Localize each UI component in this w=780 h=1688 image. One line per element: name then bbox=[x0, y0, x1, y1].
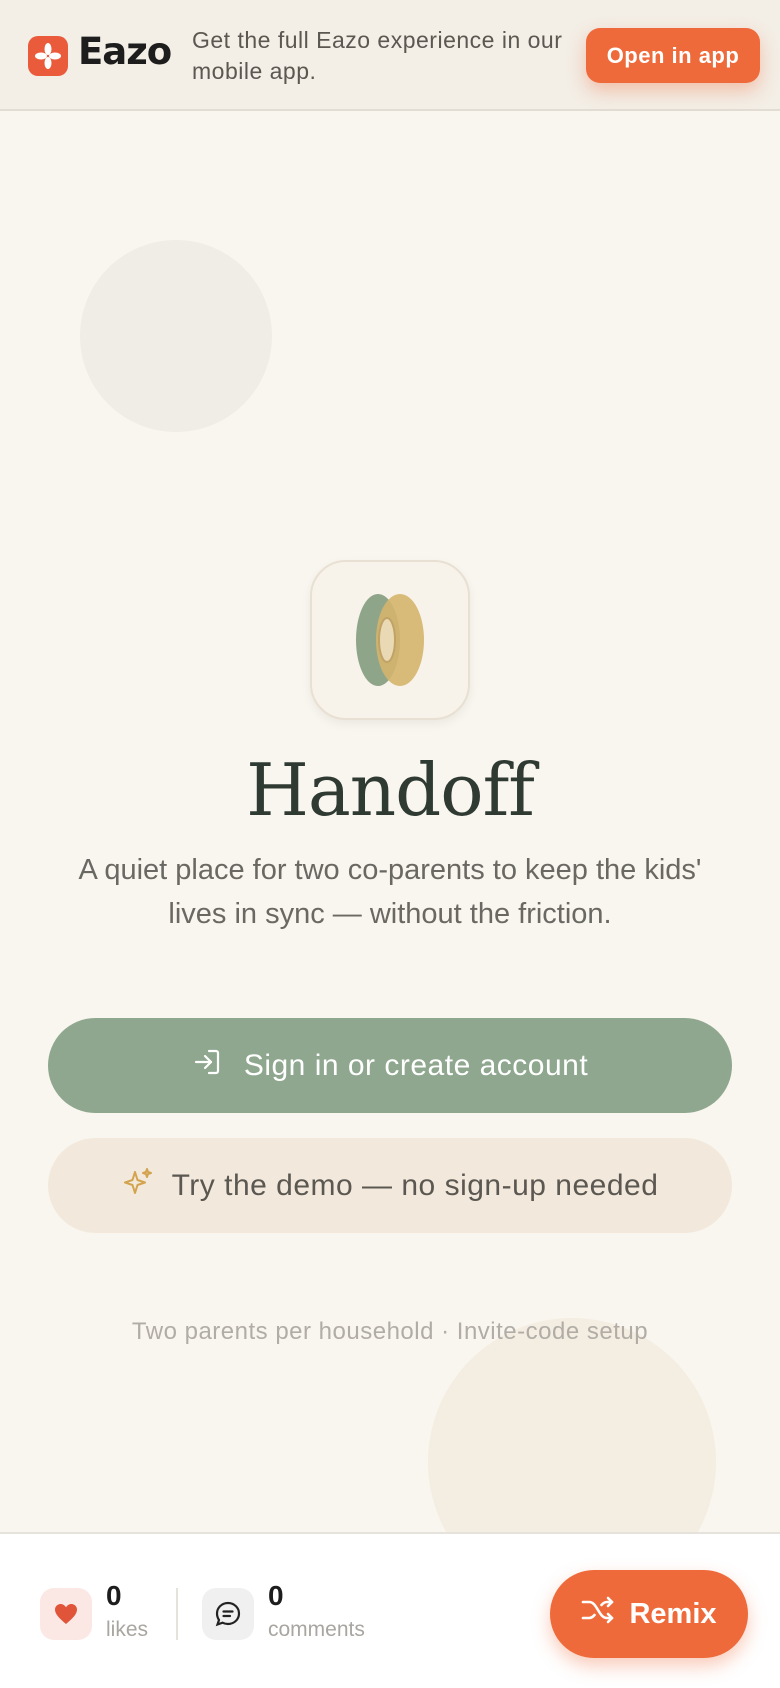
try-demo-label: Try the demo — no sign-up needed bbox=[171, 1168, 659, 1202]
remix-label: Remix bbox=[629, 1597, 717, 1630]
sparkle-icon bbox=[122, 1166, 154, 1206]
sign-in-label: Sign in or create account bbox=[243, 1048, 589, 1082]
sign-in-button[interactable]: Sign in or create account bbox=[48, 1018, 732, 1113]
heart-icon[interactable] bbox=[40, 1588, 92, 1640]
app-title: Handoff bbox=[246, 748, 535, 832]
brand-name: Eazo bbox=[78, 30, 172, 73]
bottom-action-bar: 0 likes 0 comments Remix bbox=[0, 1532, 780, 1688]
sign-in-icon bbox=[192, 1047, 222, 1085]
divider bbox=[176, 1588, 178, 1640]
shuffle-icon bbox=[581, 1595, 615, 1633]
app-banner: Eazo Get the full Eazo experience in our… bbox=[0, 0, 780, 111]
try-demo-button[interactable]: Try the demo — no sign-up needed bbox=[48, 1138, 732, 1233]
likes-label: likes bbox=[106, 1618, 149, 1641]
remix-button[interactable]: Remix bbox=[550, 1570, 748, 1658]
comments-label: comments bbox=[268, 1618, 365, 1641]
comments-count: 0 bbox=[268, 1580, 284, 1611]
household-footnote: Two parents per household · Invite-code … bbox=[131, 1318, 649, 1345]
eazo-logo-icon bbox=[28, 36, 68, 76]
banner-message: Get the full Eazo experience in our mobi… bbox=[192, 27, 563, 84]
handoff-app-icon bbox=[310, 560, 470, 720]
app-subtitle: A quiet place for two co-parents to keep… bbox=[78, 854, 702, 930]
comment-icon[interactable] bbox=[202, 1588, 254, 1640]
decorative-circle bbox=[80, 240, 272, 432]
open-in-app-button[interactable]: Open in app bbox=[586, 28, 760, 83]
likes-count: 0 bbox=[106, 1580, 122, 1611]
